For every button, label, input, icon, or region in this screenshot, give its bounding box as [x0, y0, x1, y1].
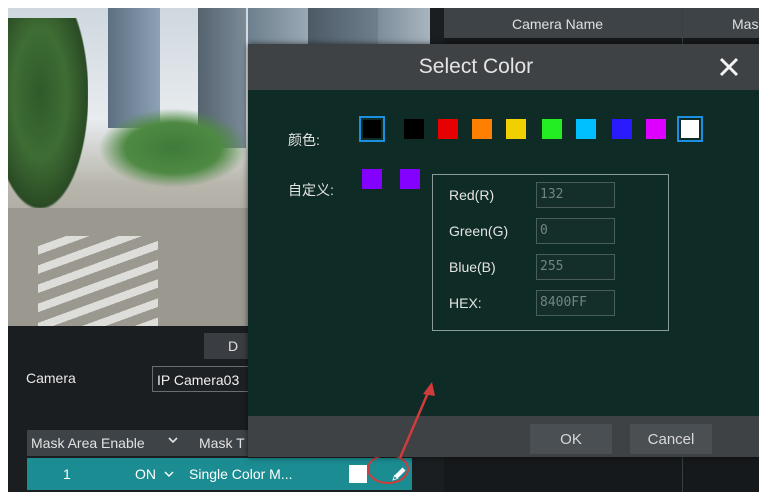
camera-table-header: Camera Name Mas — [444, 8, 759, 38]
palette-swatch[interactable] — [472, 119, 492, 139]
palette-swatch[interactable] — [646, 119, 666, 139]
custom-color-swatch[interactable] — [362, 169, 382, 189]
preview-trees — [98, 108, 248, 188]
rgb-panel: Red(R) 132 Green(G) 0 Blue(B) 255 HEX: 8… — [432, 174, 669, 331]
green-input[interactable]: 0 — [536, 218, 615, 244]
green-label: Green(G) — [449, 223, 509, 239]
chevron-down-icon — [164, 471, 174, 477]
hex-input[interactable]: 8400FF — [536, 290, 615, 316]
preview-crosswalk — [38, 236, 158, 326]
column-mask-area-enable[interactable]: Mask Area Enable — [31, 435, 145, 451]
red-label: Red(R) — [449, 187, 495, 203]
row-number: 1 — [63, 466, 71, 482]
palette-swatch-fill — [681, 120, 699, 138]
palette-swatch[interactable] — [542, 119, 562, 139]
camera-label: Camera — [26, 370, 76, 386]
column-mask[interactable]: Mas — [732, 16, 758, 32]
palette-swatch[interactable] — [612, 119, 632, 139]
palette-swatch[interactable] — [438, 119, 458, 139]
dialog-title: Select Color — [418, 55, 534, 78]
annotation-ellipse — [367, 454, 409, 484]
palette-swatch[interactable] — [404, 119, 424, 139]
ok-button[interactable]: OK — [530, 424, 612, 454]
table-row[interactable]: 1 ON Single Color M... — [27, 458, 412, 490]
blue-label: Blue(B) — [449, 259, 496, 275]
custom-color-swatch[interactable] — [400, 169, 420, 189]
palette-swatch-fill — [363, 120, 381, 138]
chevron-down-icon[interactable] — [167, 434, 179, 449]
select-color-dialog: Select Color 颜色: 自定义: Red(R) 132 Green(G… — [248, 44, 759, 457]
color-label: 颜色: — [288, 132, 320, 148]
cancel-button[interactable]: Cancel — [630, 424, 712, 454]
hex-label: HEX: — [449, 295, 482, 311]
preview-trees — [8, 18, 88, 208]
camera-select[interactable]: IP Camera03 — [152, 366, 262, 392]
dialog-header: Select Color — [248, 44, 759, 90]
column-mask-type[interactable]: Mask T — [199, 435, 245, 451]
row-color-swatch — [349, 465, 367, 483]
palette-swatch[interactable] — [359, 116, 385, 142]
column-camera-name[interactable]: Camera Name — [512, 16, 603, 32]
row-enable-select[interactable]: ON — [135, 466, 175, 482]
palette-swatch[interactable] — [506, 119, 526, 139]
row-enable-value: ON — [135, 466, 156, 482]
red-input[interactable]: 132 — [536, 182, 615, 208]
blue-input[interactable]: 255 — [536, 254, 615, 280]
custom-color-label: 自定义: — [288, 182, 334, 198]
palette-swatch[interactable] — [677, 116, 703, 142]
row-mask-type: Single Color M... — [189, 466, 293, 482]
palette-swatch[interactable] — [576, 119, 596, 139]
close-icon[interactable] — [716, 54, 742, 80]
